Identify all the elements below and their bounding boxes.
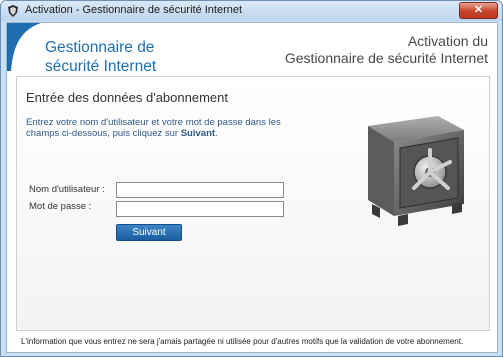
safe-vault-icon — [368, 116, 464, 226]
next-button[interactable]: Suivant — [116, 224, 182, 241]
instructions-emphasis: Suivant — [180, 128, 216, 139]
instructions-text: Entrez votre nom d'utilisateur et votre … — [26, 117, 306, 139]
instructions-end: . — [215, 128, 218, 139]
page-title-line-1: Activation du — [407, 33, 488, 49]
page-title: Activation du Gestionnaire de sécurité I… — [285, 33, 488, 67]
close-button[interactable]: ✕ — [459, 2, 498, 19]
page-title-line-2: Gestionnaire de sécurité Internet — [284, 50, 488, 66]
privacy-note: L'information que vous entrez ne sera j'… — [21, 337, 464, 346]
main-content: Gestionnaire de sécurité Internet Activa… — [6, 22, 498, 353]
username-label: Nom d'utilisateur : — [29, 184, 105, 195]
brand-line-2: sécurité Internet — [45, 58, 157, 75]
activation-window: Activation - Gestionnaire de sécurité In… — [0, 0, 503, 357]
instructions-main: Entrez votre nom d'utilisateur et votre … — [26, 117, 281, 139]
window-title: Activation - Gestionnaire de sécurité In… — [25, 4, 243, 16]
brand-name: Gestionnaire de sécurité Internet — [45, 38, 156, 76]
subscription-panel: Entrée des données d'abonnement Entrez v… — [16, 76, 490, 331]
brand-line-1: Gestionnaire de — [45, 39, 155, 56]
shield-app-icon — [8, 5, 18, 17]
section-title: Entrée des données d'abonnement — [26, 90, 228, 105]
password-field[interactable] — [116, 201, 284, 217]
username-field[interactable] — [116, 182, 284, 198]
close-icon: ✕ — [473, 4, 484, 16]
password-label: Mot de passe : — [29, 201, 92, 212]
title-bar[interactable]: Activation - Gestionnaire de sécurité In… — [1, 1, 502, 21]
